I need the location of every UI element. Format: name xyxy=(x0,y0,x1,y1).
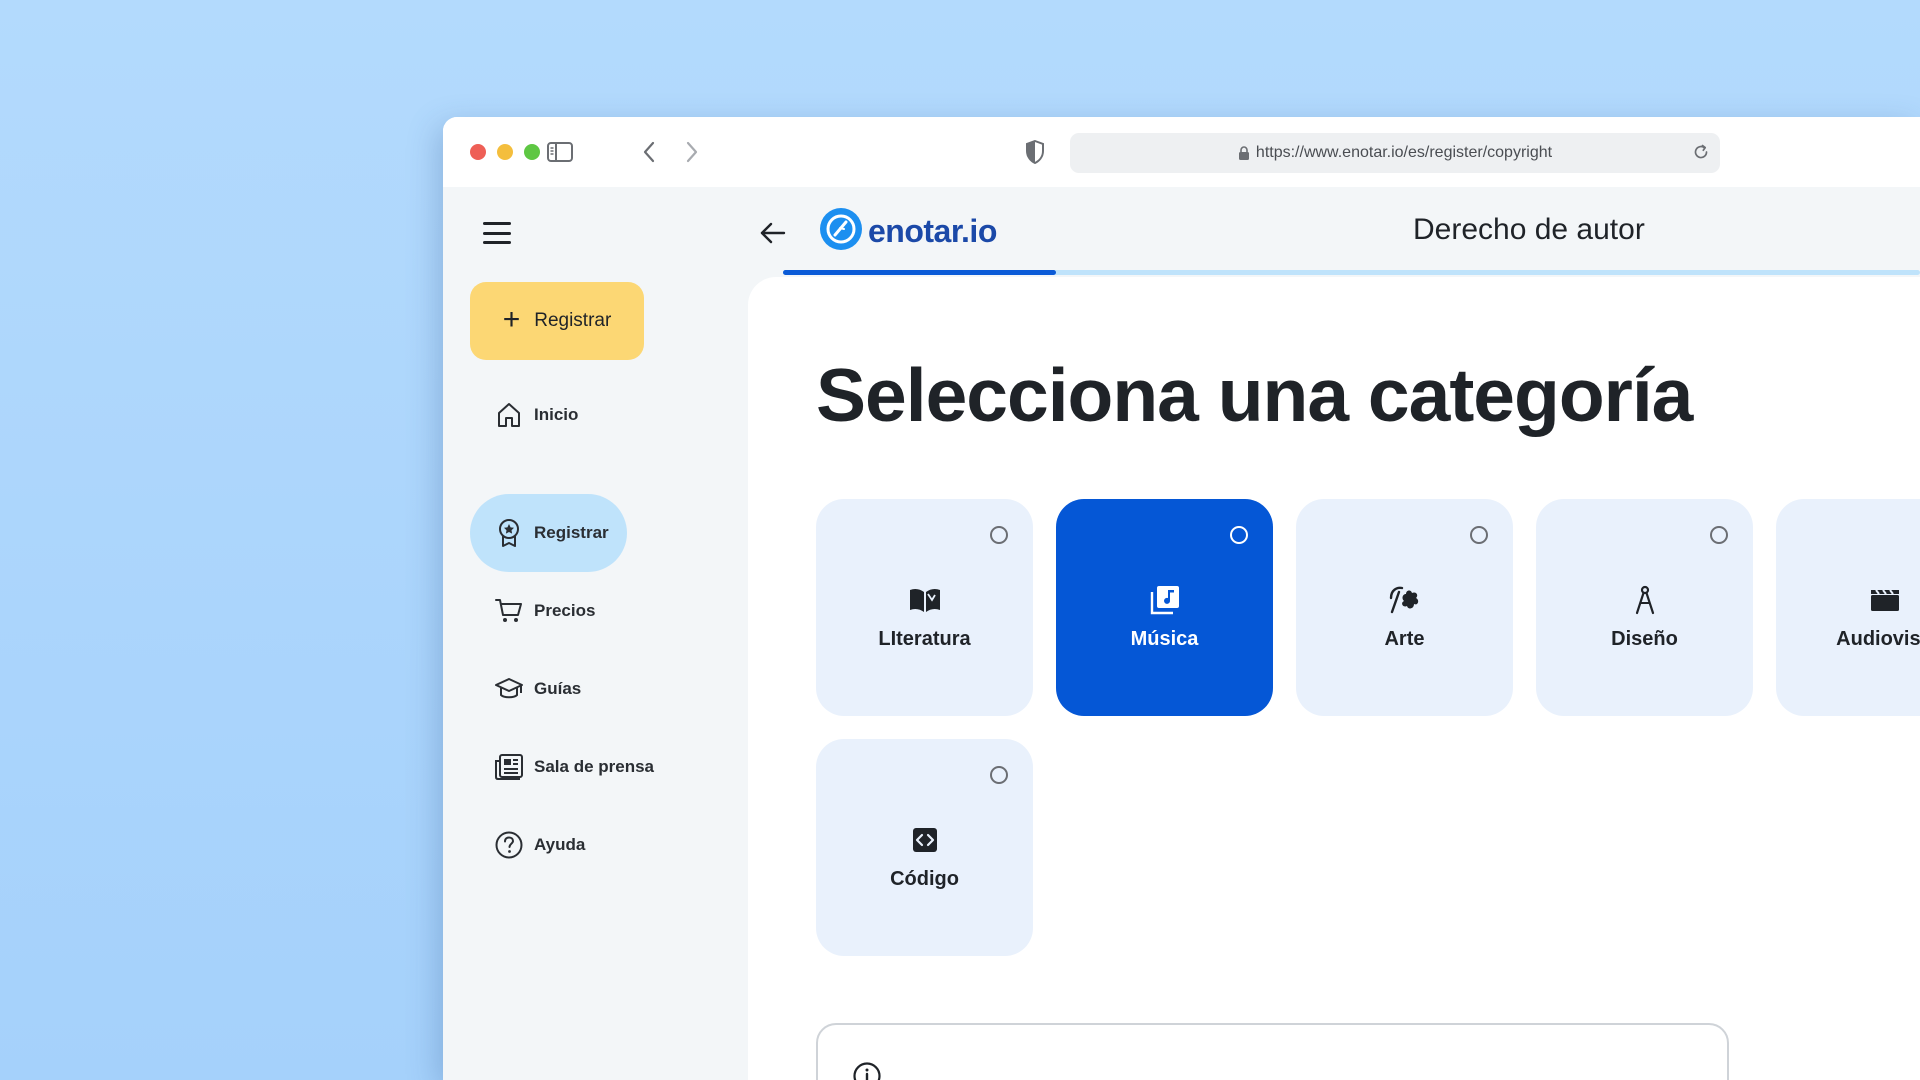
browser-titlebar: https://www.enotar.io/es/register/copyri… xyxy=(443,117,1920,187)
category-label: Música xyxy=(1130,628,1199,650)
header-title: Derecho de autor xyxy=(1413,213,1645,246)
art-icon xyxy=(1387,582,1423,618)
sidebar-item-label: Precios xyxy=(534,601,596,620)
sidebar-item-label: Registrar xyxy=(534,523,609,542)
reload-icon[interactable] xyxy=(1692,143,1710,166)
browser-forward-icon[interactable] xyxy=(676,136,708,168)
info-icon xyxy=(852,1061,882,1080)
back-arrow-icon[interactable] xyxy=(759,220,787,251)
register-cta-button[interactable]: + Registrar xyxy=(470,282,644,360)
category-label: Diseño xyxy=(1611,628,1678,650)
hamburger-menu-icon[interactable] xyxy=(483,220,511,246)
address-bar[interactable]: https://www.enotar.io/es/register/copyri… xyxy=(1070,133,1720,173)
plus-icon: + xyxy=(502,302,521,336)
category-card-codigo[interactable]: Código xyxy=(816,739,1033,956)
lock-icon xyxy=(1238,145,1250,161)
sidebar-item-guias[interactable]: Guías xyxy=(470,650,581,728)
sidebar-item-precios[interactable]: Precios xyxy=(470,572,595,650)
sidebar-item-registrar[interactable]: Registrar xyxy=(470,494,627,572)
sidebar-item-label: Inicio xyxy=(534,405,579,424)
clapperboard-icon xyxy=(1867,582,1903,618)
sidebar-item-ayuda[interactable]: Ayuda xyxy=(470,806,585,884)
music-library-icon xyxy=(1147,582,1183,618)
radio-button[interactable] xyxy=(990,526,1008,544)
home-icon xyxy=(494,400,524,430)
radio-button[interactable] xyxy=(1230,526,1248,544)
book-icon xyxy=(907,582,943,618)
sidebar-item-sala-de-prensa[interactable]: Sala de prensa xyxy=(470,728,654,806)
page-title: Selecciona una categoría xyxy=(816,353,1693,437)
category-label: LIteratura xyxy=(878,628,971,650)
newspaper-icon xyxy=(494,752,524,782)
logo-text: enotar.io xyxy=(868,213,997,249)
sidebar-item-label: Sala de prensa xyxy=(534,757,655,776)
browser-window: https://www.enotar.io/es/register/copyri… xyxy=(443,117,1920,1080)
award-icon xyxy=(494,518,524,548)
category-label: Audiovisu xyxy=(1836,628,1920,650)
sidebar-item-label: Guías xyxy=(534,679,582,698)
category-label: Arte xyxy=(1384,628,1425,650)
graduation-cap-icon xyxy=(494,674,524,704)
category-card-diseno[interactable]: Diseño xyxy=(1536,499,1753,716)
progress-fill xyxy=(783,270,1056,275)
register-cta-label: Registrar xyxy=(534,310,612,331)
sidebar-item-inicio[interactable]: Inicio xyxy=(470,376,578,454)
cart-icon xyxy=(494,596,524,626)
compass-icon xyxy=(1627,582,1663,618)
logo-mark-icon xyxy=(818,206,864,257)
privacy-shield-icon[interactable] xyxy=(1019,136,1051,168)
category-label: Código xyxy=(890,868,959,890)
info-box xyxy=(816,1023,1729,1080)
radio-button[interactable] xyxy=(1710,526,1728,544)
help-circle-icon xyxy=(494,830,524,860)
close-window-button[interactable] xyxy=(470,144,486,160)
url-text: https://www.enotar.io/es/register/copyri… xyxy=(1255,144,1553,161)
sidebar-toggle-icon[interactable] xyxy=(544,136,576,168)
enotario-logo[interactable]: enotar.io xyxy=(818,206,997,257)
minimize-window-button[interactable] xyxy=(497,144,513,160)
category-card-arte[interactable]: Arte xyxy=(1296,499,1513,716)
category-card-literatura[interactable]: LIteratura xyxy=(816,499,1033,716)
sidebar-item-label: Ayuda xyxy=(534,835,586,854)
zoom-window-button[interactable] xyxy=(524,144,540,160)
code-icon xyxy=(907,822,943,858)
browser-back-icon[interactable] xyxy=(633,136,665,168)
category-card-audiovisual[interactable]: Audiovisu xyxy=(1776,499,1920,716)
radio-button[interactable] xyxy=(1470,526,1488,544)
category-card-musica[interactable]: Música xyxy=(1056,499,1273,716)
radio-button[interactable] xyxy=(990,766,1008,784)
